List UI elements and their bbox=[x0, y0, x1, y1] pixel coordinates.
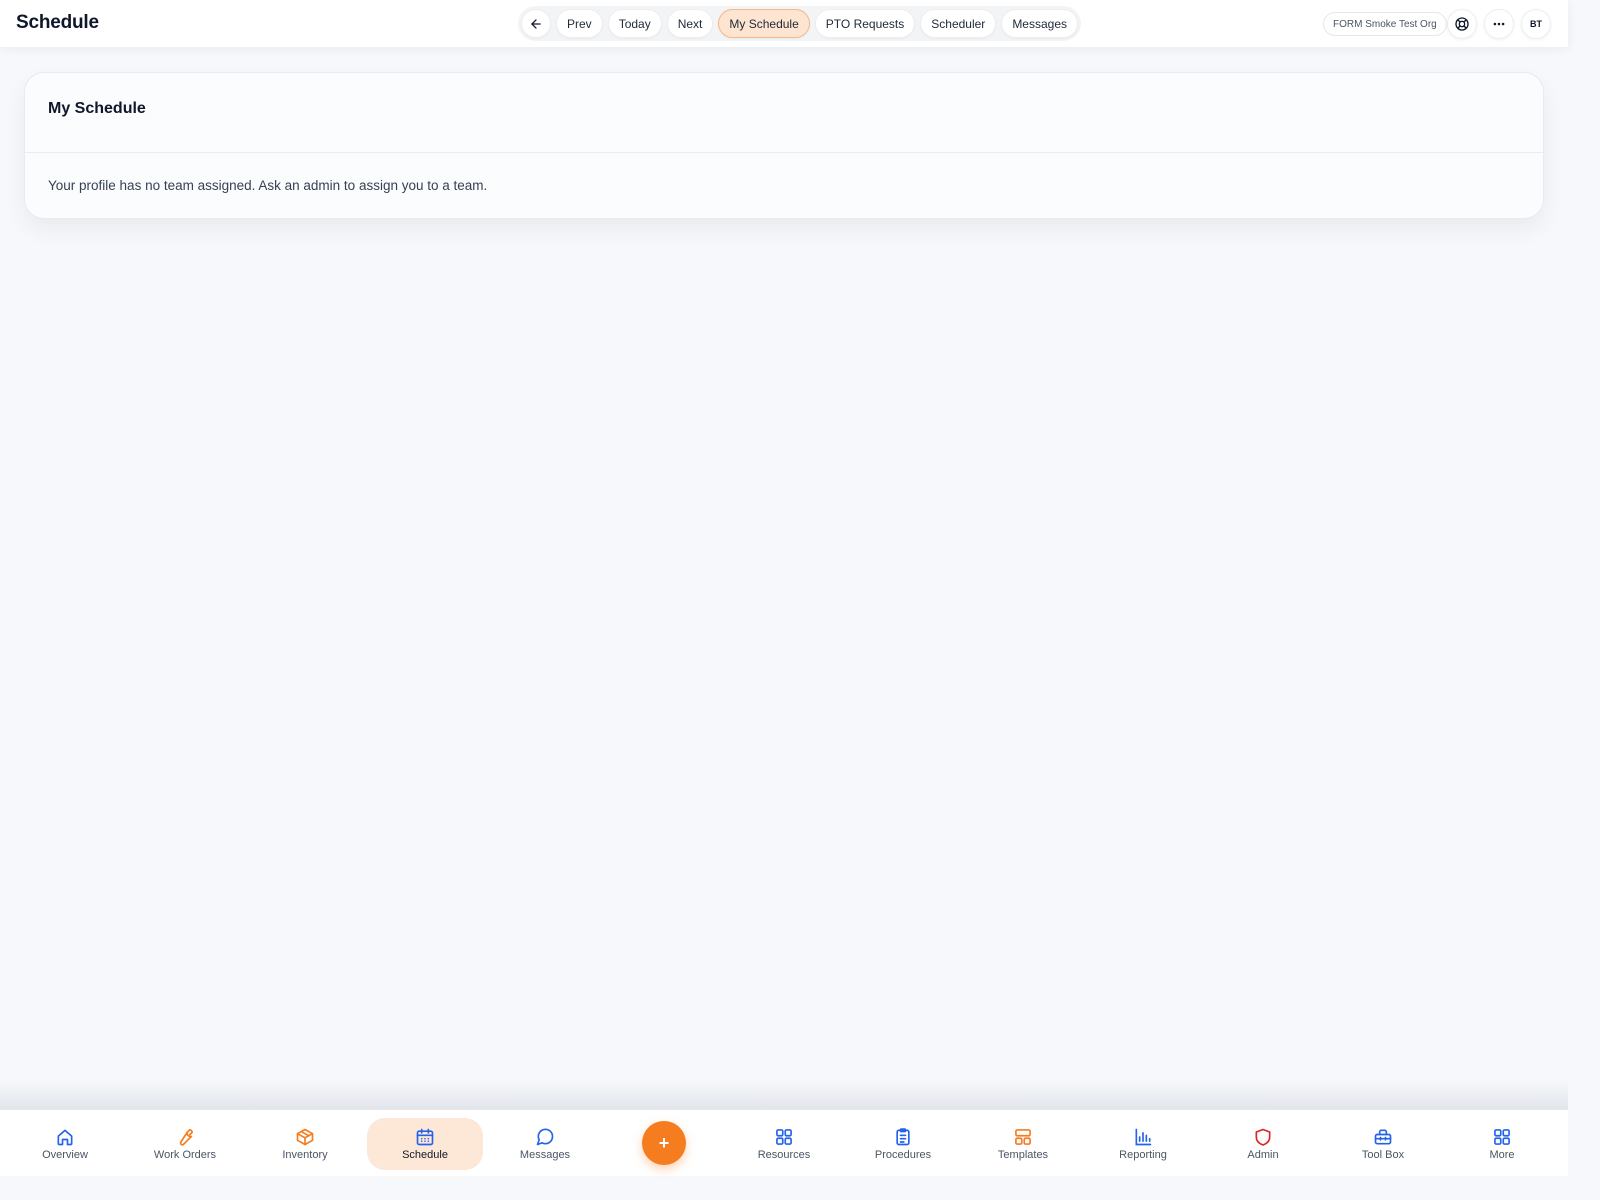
back-button[interactable] bbox=[521, 9, 551, 38]
today-button[interactable]: Today bbox=[607, 9, 662, 38]
arrow-left-icon bbox=[531, 18, 541, 29]
help-button[interactable] bbox=[1447, 9, 1477, 39]
nav-item-admin[interactable]: Admin bbox=[1205, 1110, 1321, 1177]
top-header: Schedule Prev Today Next My Schedule PTO… bbox=[0, 0, 1568, 47]
nav-item-more[interactable]: More bbox=[1444, 1110, 1560, 1177]
nav-item-messages[interactable]: Messages bbox=[487, 1110, 603, 1177]
messages-tab[interactable]: Messages bbox=[1001, 9, 1079, 38]
bar-chart-icon bbox=[1135, 1128, 1152, 1146]
clipboard-list-icon bbox=[896, 1128, 910, 1146]
nav-label: Admin bbox=[1247, 1149, 1279, 1161]
nav-label: Reporting bbox=[1119, 1149, 1167, 1161]
my-schedule-tab[interactable]: My Schedule bbox=[718, 9, 810, 38]
more-horizontal-icon bbox=[1493, 22, 1505, 26]
nav-label: Work Orders bbox=[153, 1149, 217, 1161]
nav-item-templates[interactable]: Templates bbox=[965, 1110, 1081, 1177]
nav-label: Tool Box bbox=[1361, 1149, 1405, 1161]
nav-label: More bbox=[1489, 1149, 1515, 1161]
bottom-shadow bbox=[0, 1080, 1568, 1110]
nav-item-procedures[interactable]: Procedures bbox=[845, 1110, 961, 1177]
toolbox-icon bbox=[1374, 1129, 1392, 1145]
nav-item-work-orders[interactable]: Work Orders bbox=[127, 1110, 243, 1177]
no-team-message: Your profile has no team assigned. Ask a… bbox=[48, 178, 488, 193]
grid-icon bbox=[776, 1129, 792, 1145]
prev-button[interactable]: Prev bbox=[556, 9, 603, 38]
next-button[interactable]: Next bbox=[666, 9, 714, 38]
card-divider bbox=[25, 152, 1543, 153]
more-options-button[interactable] bbox=[1484, 9, 1514, 39]
layout-icon bbox=[1015, 1129, 1031, 1145]
nav-item-resources[interactable]: Resources bbox=[726, 1110, 842, 1177]
package-icon bbox=[296, 1128, 314, 1146]
message-circle-icon bbox=[536, 1128, 554, 1146]
pto-requests-tab[interactable]: PTO Requests bbox=[814, 9, 916, 38]
grid-icon bbox=[1494, 1129, 1510, 1145]
nav-item-overview[interactable]: Overview bbox=[7, 1110, 123, 1177]
nav-item-reporting[interactable]: Reporting bbox=[1085, 1110, 1201, 1177]
nav-item-inventory[interactable]: Inventory bbox=[247, 1110, 363, 1177]
nav-item-schedule[interactable]: Schedule bbox=[367, 1110, 483, 1177]
nav-label: Inventory bbox=[282, 1149, 328, 1161]
schedule-nav-strip: Prev Today Next My Schedule PTO Requests… bbox=[518, 6, 1082, 41]
nav-label: Procedures bbox=[874, 1149, 932, 1161]
my-schedule-card: My Schedule Your profile has no team ass… bbox=[24, 72, 1544, 219]
home-icon bbox=[57, 1129, 73, 1146]
nav-label: Messages bbox=[519, 1149, 571, 1161]
bottom-nav: Overview Work Orders Inventory Schedule … bbox=[0, 1109, 1568, 1176]
nav-label: Resources bbox=[757, 1149, 811, 1161]
nav-item-tool-box[interactable]: Tool Box bbox=[1325, 1110, 1441, 1177]
lifebuoy-icon bbox=[1455, 17, 1469, 31]
create-fab-button[interactable]: + bbox=[642, 1121, 686, 1165]
page-title: Schedule bbox=[16, 12, 99, 33]
nav-label: Schedule bbox=[402, 1149, 448, 1161]
avatar[interactable]: BT bbox=[1521, 9, 1551, 39]
scheduler-tab[interactable]: Scheduler bbox=[920, 9, 997, 38]
nav-label: Overview bbox=[42, 1149, 88, 1161]
card-title: My Schedule bbox=[48, 100, 146, 117]
org-selector[interactable]: FORM Smoke Test Org bbox=[1323, 12, 1447, 36]
shield-icon bbox=[1255, 1128, 1271, 1146]
nav-label: Templates bbox=[997, 1149, 1049, 1161]
wrench-icon bbox=[179, 1128, 194, 1146]
calendar-icon bbox=[416, 1128, 434, 1146]
